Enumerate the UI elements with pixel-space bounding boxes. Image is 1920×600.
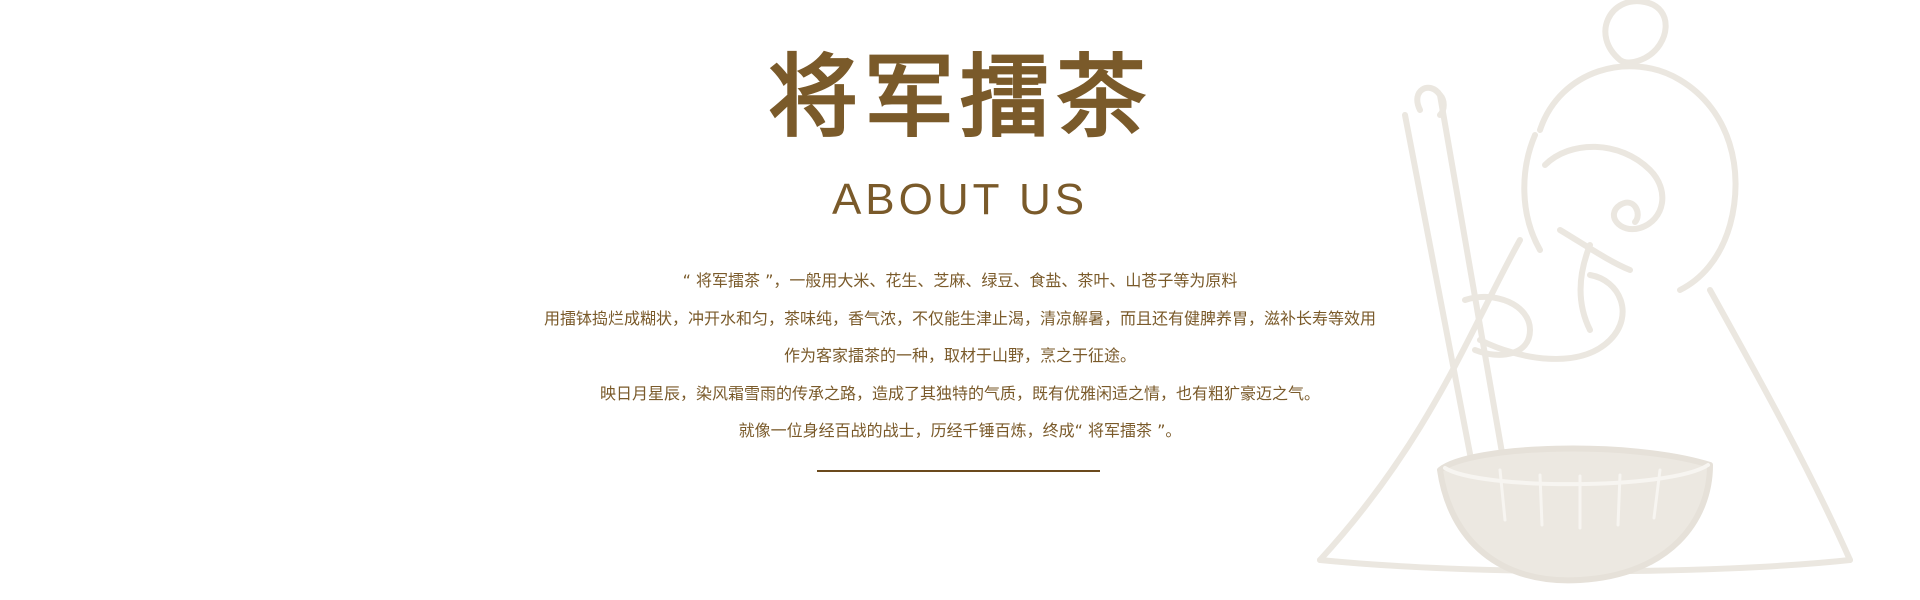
description-block: “ 将军擂茶 ”，一般用大米、花生、芝麻、绿豆、食盐、茶叶、山苍子等为原料 用擂… [0, 262, 1920, 450]
description-line: “ 将军擂茶 ”，一般用大米、花生、芝麻、绿豆、食盐、茶叶、山苍子等为原料 [682, 271, 1238, 290]
description-line: 作为客家擂茶的一种，取材于山野，烹之于征途。 [783, 346, 1136, 365]
description-line: 用擂钵捣烂成糊状，冲开水和匀，茶味纯，香气浓，不仅能生津止渴，清凉解暑，而且还有… [543, 308, 1376, 328]
description-line: 就像一位身经百战的战士，历经千锤百炼，终成“ 将军擂茶 ”。 [738, 421, 1182, 440]
brand-title: 将军擂茶 [768, 44, 1152, 150]
about-section: 将军擂茶 ABOUT US “ 将军擂茶 ”，一般用大米、花生、芝麻、绿豆、食盐… [0, 0, 1920, 600]
section-divider [817, 470, 1100, 472]
description-line: 映日月星辰，染风霜雪雨的传承之路，造成了其独特的气质，既有优雅闲适之情，也有粗犷… [599, 383, 1320, 403]
about-us-heading: ABOUT US [831, 175, 1089, 224]
